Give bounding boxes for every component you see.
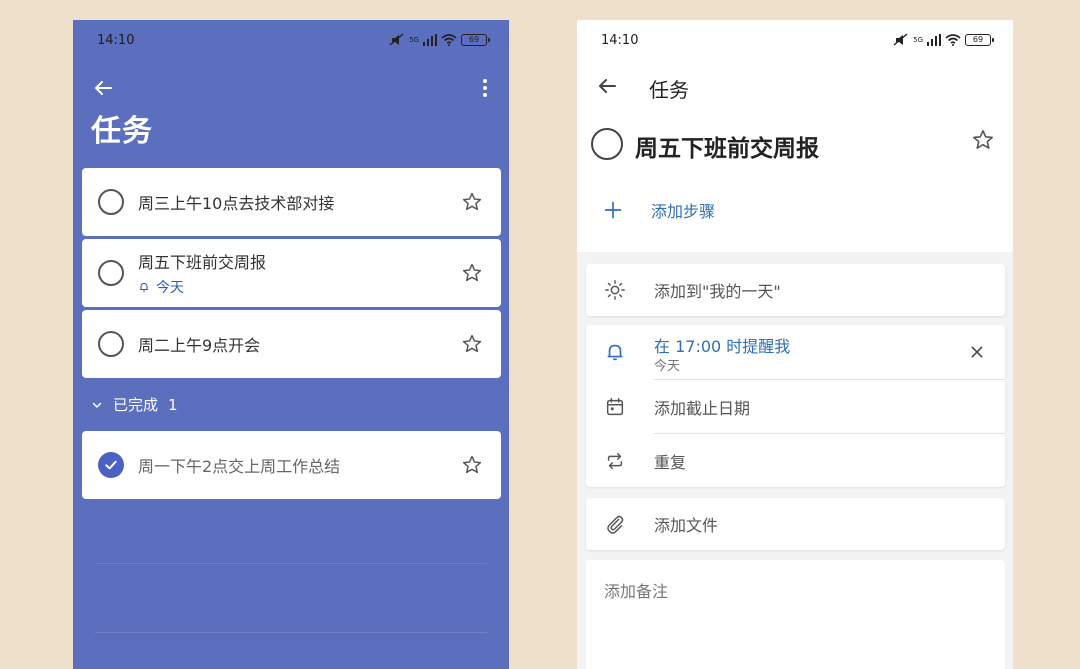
mute-icon xyxy=(893,33,908,46)
reminder-row[interactable]: 在 17:00 时提醒我 今天 xyxy=(586,325,1005,379)
task-title: 周二上午9点开会 xyxy=(138,336,261,355)
task-complete-toggle[interactable] xyxy=(98,189,124,215)
network-label: 5G xyxy=(409,36,419,44)
task-title: 周五下班前交周报 xyxy=(138,253,267,272)
task-item[interactable]: 周三上午10点去技术部对接 xyxy=(82,168,501,236)
bell-icon xyxy=(140,282,148,292)
task-title: 周一下午2点交上周工作总结 xyxy=(138,457,341,476)
divider xyxy=(95,632,487,633)
close-icon[interactable] xyxy=(969,344,985,360)
due-date-label: 添加截止日期 xyxy=(654,398,751,418)
status-time: 14:10 xyxy=(601,32,639,48)
reminder-day-label: 今天 xyxy=(654,359,681,374)
task-complete-toggle[interactable] xyxy=(98,331,124,357)
header-title: 任务 xyxy=(649,78,689,102)
due-date-row[interactable]: 添加截止日期 xyxy=(586,380,1005,433)
task-title[interactable]: 周五下班前交周报 xyxy=(635,129,819,163)
battery-indicator: 69 xyxy=(461,34,490,46)
chevron-down-icon xyxy=(92,402,102,408)
add-to-my-day-card[interactable]: 添加到"我的一天" xyxy=(586,264,1005,316)
back-arrow-icon[interactable] xyxy=(91,76,115,100)
reminder-label: 今天 xyxy=(156,280,184,296)
repeat-label: 重复 xyxy=(654,452,687,472)
page-title: 任务 xyxy=(91,114,153,149)
sun-icon xyxy=(605,280,625,300)
star-icon[interactable] xyxy=(461,333,483,355)
add-file-label: 添加文件 xyxy=(654,516,719,535)
completed-section-toggle[interactable]: 已完成 1 xyxy=(91,394,178,415)
task-reminder: 今天 xyxy=(138,277,501,297)
add-note-placeholder: 添加备注 xyxy=(604,582,669,601)
add-to-my-day-label: 添加到"我的一天" xyxy=(654,282,781,301)
status-icons: 5G 69 xyxy=(893,33,994,47)
more-vert-icon[interactable] xyxy=(473,76,497,100)
task-item[interactable]: 周五下班前交周报 今天 xyxy=(82,239,501,307)
wifi-icon xyxy=(945,34,961,46)
star-icon[interactable] xyxy=(971,128,995,152)
task-complete-toggle[interactable] xyxy=(98,452,124,478)
bell-icon xyxy=(607,344,623,361)
add-step-label: 添加步骤 xyxy=(651,202,716,221)
add-file-card[interactable]: 添加文件 xyxy=(586,498,1005,550)
completed-task-item[interactable]: 周一下午2点交上周工作总结 xyxy=(82,431,501,499)
calendar-icon xyxy=(606,397,624,415)
star-icon[interactable] xyxy=(461,191,483,213)
add-note-field[interactable]: 添加备注 xyxy=(586,560,1005,669)
completed-count: 1 xyxy=(168,395,178,414)
star-icon[interactable] xyxy=(461,454,483,476)
paperclip-icon xyxy=(607,515,624,534)
repeat-row[interactable]: 重复 xyxy=(586,434,1005,487)
task-list-screen: 14:10 5G 69 任务 周三上午10点去技术部对接 周五下班前交周报 今天 xyxy=(73,20,509,669)
back-arrow-icon[interactable] xyxy=(595,74,619,98)
task-complete-toggle[interactable] xyxy=(98,260,124,286)
task-detail-screen: 14:10 5G 69 任务 周五下班前交周报 添加步骤 添加到"我的一天" 在… xyxy=(577,20,1013,669)
battery-indicator: 69 xyxy=(965,34,994,46)
check-icon xyxy=(105,460,117,470)
plus-icon xyxy=(604,201,622,219)
status-bar: 14:10 5G 69 xyxy=(577,20,1013,60)
mute-icon xyxy=(389,33,404,46)
status-icons: 5G 69 xyxy=(389,33,490,47)
task-complete-toggle[interactable] xyxy=(591,128,623,160)
task-title: 周三上午10点去技术部对接 xyxy=(138,194,335,213)
signal-icon xyxy=(927,34,941,46)
signal-icon xyxy=(423,34,437,46)
divider xyxy=(95,563,487,564)
status-time: 14:10 xyxy=(97,32,135,48)
add-step-button[interactable]: 添加步骤 xyxy=(603,198,715,222)
wifi-icon xyxy=(441,34,457,46)
status-bar: 14:10 5G 69 xyxy=(73,20,509,60)
task-item[interactable]: 周二上午9点开会 xyxy=(82,310,501,378)
completed-label: 已完成 xyxy=(113,396,159,414)
reminder-time-label: 在 17:00 时提醒我 xyxy=(654,337,791,356)
network-label: 5G xyxy=(913,36,923,44)
repeat-icon xyxy=(607,452,623,469)
scheduling-card: 在 17:00 时提醒我 今天 添加截止日期 重复 xyxy=(586,325,1005,487)
star-icon[interactable] xyxy=(461,262,483,284)
